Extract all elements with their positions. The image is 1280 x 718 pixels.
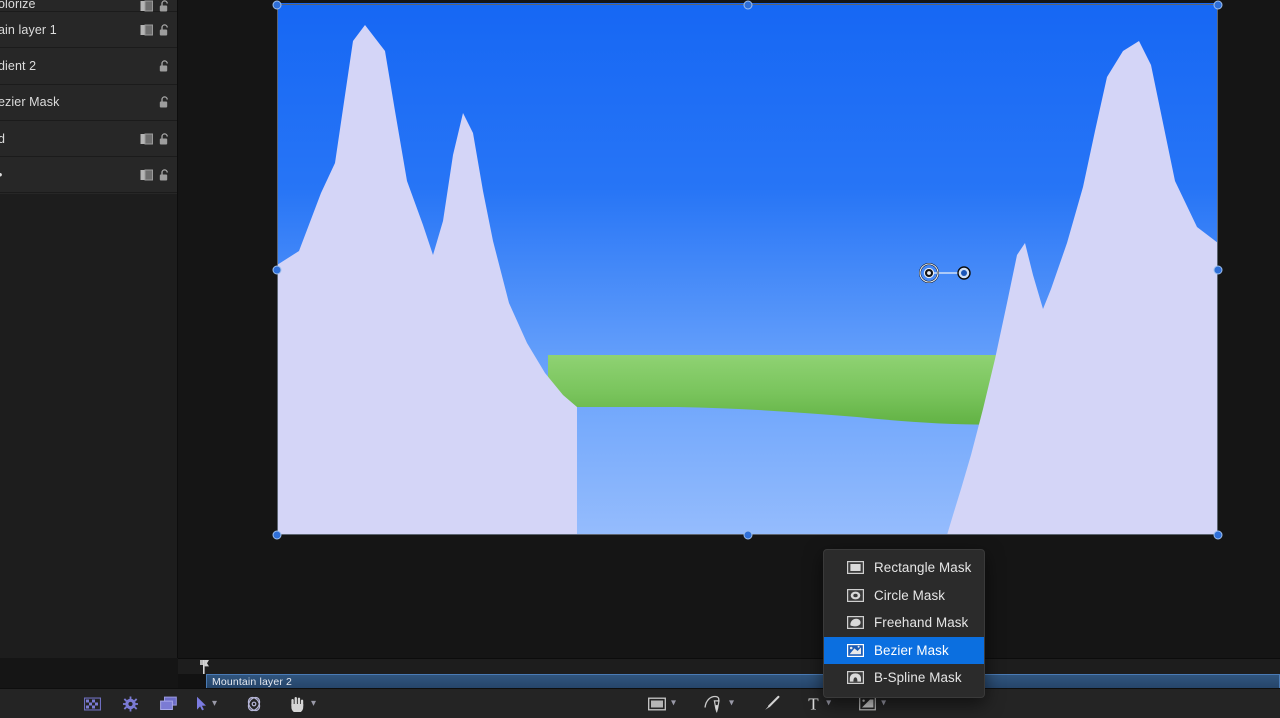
paint-brush-tool[interactable]: [762, 695, 780, 712]
checkerboard-background-icon[interactable]: [84, 697, 101, 710]
transform-3d-tool[interactable]: [245, 696, 263, 712]
unlocked-padlock-icon[interactable]: [159, 59, 170, 72]
bspline-mask-icon: [847, 671, 864, 685]
layer-row[interactable]: olorize: [0, 0, 177, 12]
layer-name: dient 2: [0, 58, 37, 73]
anchor-point-rotation-handle[interactable]: [918, 262, 976, 284]
menu-item-freehand-mask[interactable]: Freehand Mask: [824, 609, 984, 637]
layer-name: d: [0, 131, 6, 146]
pen-nib-icon: [704, 695, 720, 712]
timeline-track-row[interactable]: Mountain layer 2: [178, 674, 1280, 689]
layers-icon[interactable]: [140, 132, 153, 145]
layer-row[interactable]: ain layer 1: [0, 12, 177, 49]
menu-item-rectangle-mask[interactable]: Rectangle Mask: [824, 554, 984, 582]
freehand-mask-icon: [847, 616, 864, 630]
handle-top-right[interactable]: [1213, 0, 1223, 10]
toolbar-creation-tools: ▾ ▾ T ▾ ▾: [648, 695, 888, 712]
menu-item-label: Freehand Mask: [874, 615, 969, 631]
layer-name: ezier Mask: [0, 95, 60, 110]
layer-row-icons: [159, 96, 170, 109]
timeline-clip[interactable]: Mountain layer 2: [206, 674, 1280, 689]
bezier-pen-tool[interactable]: ▾: [704, 695, 736, 712]
handle-bottom-center[interactable]: [743, 530, 753, 540]
rectangle-shape-icon: [648, 697, 666, 710]
mask-tool[interactable]: ▾: [859, 696, 888, 711]
unlocked-padlock-icon[interactable]: [159, 23, 170, 36]
handle-bottom-right[interactable]: [1213, 530, 1223, 540]
playhead-marker[interactable]: [198, 660, 210, 674]
toolbar-view-options: [84, 696, 177, 711]
handle-middle-left[interactable]: [272, 265, 282, 275]
timeline-clip-label: Mountain layer 2: [212, 675, 293, 688]
mask-context-menu[interactable]: Rectangle Mask Circle Mask Freehand Mask: [823, 549, 985, 698]
layer-row-icons: [140, 132, 170, 145]
timeline-ruler[interactable]: [178, 659, 1280, 673]
layer-row-icons: [159, 59, 170, 72]
unlocked-padlock-icon[interactable]: [159, 96, 170, 109]
menu-item-label: B-Spline Mask: [874, 670, 962, 686]
handle-bottom-left[interactable]: [272, 530, 282, 540]
layers-icon[interactable]: [140, 0, 153, 12]
unlocked-padlock-icon[interactable]: [159, 168, 170, 181]
rectangle-mask-icon: [847, 561, 864, 575]
menu-item-label: Circle Mask: [874, 587, 946, 603]
menu-item-bspline-mask[interactable]: B-Spline Mask: [824, 664, 984, 692]
layer-name: ain layer 1: [0, 22, 57, 37]
timeline-panel[interactable]: Mountain layer 2: [178, 658, 1280, 689]
layers-icon[interactable]: [140, 23, 153, 36]
text-icon: T: [808, 696, 819, 712]
circle-mask-icon: [847, 588, 864, 602]
orbit-3d-icon: [247, 696, 261, 711]
chevron-down-icon[interactable]: ▾: [309, 698, 318, 709]
menu-item-label: Rectangle Mask: [874, 560, 972, 576]
chevron-down-icon[interactable]: ▾: [879, 698, 888, 709]
layer-name: olorize: [0, 0, 36, 11]
canvas-viewport[interactable]: [178, 0, 1280, 658]
layer-row-icons: [140, 23, 170, 36]
chevron-down-icon[interactable]: ▾: [210, 698, 219, 709]
unlocked-padlock-icon[interactable]: [159, 132, 170, 145]
handle-top-left[interactable]: [272, 0, 282, 10]
unlocked-padlock-icon[interactable]: [159, 0, 170, 12]
text-tool[interactable]: T ▾: [806, 696, 833, 712]
menu-item-bezier-mask[interactable]: Bezier Mask: [824, 636, 984, 664]
layer-row[interactable]: ezier Mask: [0, 85, 177, 121]
layers-sidebar: olorize ain layer 1 dient 2 ezier Mask d: [0, 0, 178, 194]
toolbar-selection-tools: ▾ ▾: [196, 696, 318, 712]
layer-row-icons: [140, 0, 170, 12]
artboard[interactable]: [277, 3, 1218, 535]
shape-rectangle-tool[interactable]: ▾: [648, 697, 678, 710]
chevron-down-icon[interactable]: ▾: [669, 698, 678, 709]
layer-row-icons: [140, 168, 170, 181]
layer-row[interactable]: d: [0, 121, 177, 158]
select-arrow-tool[interactable]: ▾: [196, 696, 219, 711]
hand-icon: [291, 696, 304, 712]
menu-item-label: Bezier Mask: [874, 642, 949, 658]
arrow-cursor-icon: [197, 696, 206, 711]
application-window: olorize ain layer 1 dient 2 ezier Mask d…: [0, 0, 1280, 718]
layer-row[interactable]: dient 2: [0, 48, 177, 85]
chevron-down-icon[interactable]: ▾: [727, 698, 736, 709]
bezier-mask-icon: [847, 643, 864, 657]
layer-name: •: [0, 168, 2, 182]
paintbrush-icon: [765, 695, 780, 710]
layers-icon[interactable]: [140, 168, 153, 181]
landscape-artwork: [277, 3, 1218, 535]
svg-text:T: T: [808, 696, 819, 712]
chevron-down-icon[interactable]: ▾: [824, 698, 833, 709]
layers-panel-icon[interactable]: [160, 696, 177, 711]
layer-row[interactable]: •: [0, 157, 177, 194]
pan-hand-tool[interactable]: ▾: [289, 696, 318, 712]
menu-item-circle-mask[interactable]: Circle Mask: [824, 582, 984, 610]
gear-icon[interactable]: [123, 696, 138, 711]
bottom-toolbar: ▾ ▾ ▾ ▾ T ▾ ▾: [0, 688, 1280, 718]
handle-middle-right[interactable]: [1213, 265, 1223, 275]
mask-icon: [859, 696, 876, 711]
sidebar-empty-area: [0, 194, 178, 658]
handle-top-center[interactable]: [743, 0, 753, 10]
